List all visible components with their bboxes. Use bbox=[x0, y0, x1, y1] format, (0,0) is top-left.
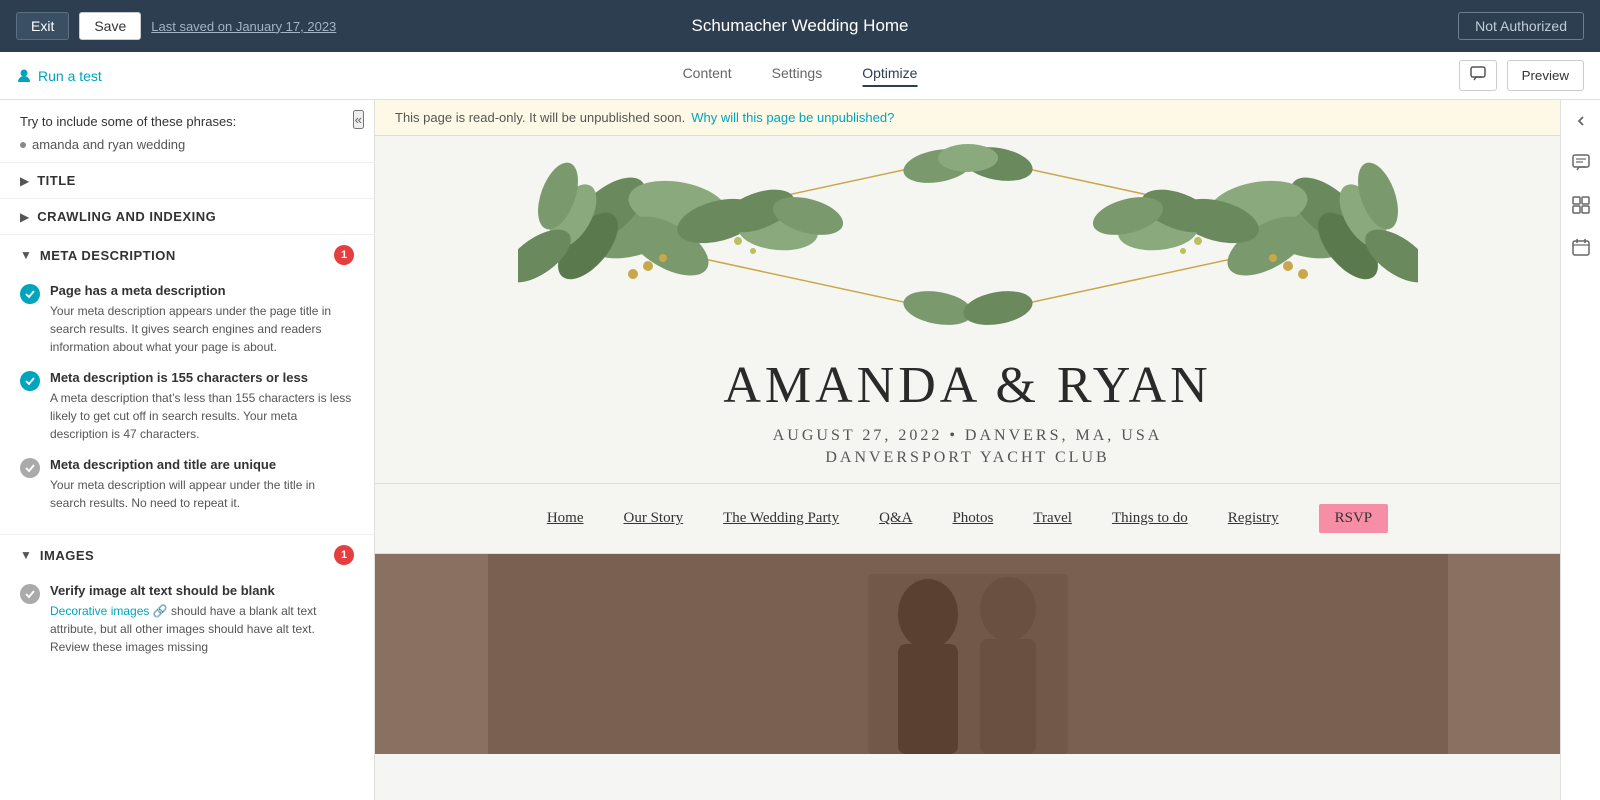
check-alt-text-title: Verify image alt text should be blank bbox=[50, 583, 354, 598]
check-gray-icon-2 bbox=[20, 584, 40, 604]
checkmark-icon-2 bbox=[25, 376, 35, 386]
nav-qa[interactable]: Q&A bbox=[879, 510, 912, 527]
check-gray-icon bbox=[20, 458, 40, 478]
content-area: This page is read-only. It will be unpub… bbox=[375, 100, 1560, 800]
check-alt-text: Verify image alt text should be blank De… bbox=[20, 583, 354, 656]
check-meta-length: Meta description is 155 characters or le… bbox=[20, 370, 354, 443]
check-meta-unique-text: Meta description and title are unique Yo… bbox=[50, 457, 354, 512]
checkmark-icon bbox=[25, 289, 35, 299]
top-bar-left: Exit Save Last saved on January 17, 2023 bbox=[16, 12, 336, 40]
right-sidebar bbox=[1560, 100, 1600, 800]
chevron-down-icon: ▼ bbox=[20, 248, 32, 262]
wedding-preview: AMANDA & RYAN AUGUST 27, 2022 • DANVERS,… bbox=[375, 136, 1560, 754]
tab-settings[interactable]: Settings bbox=[772, 65, 823, 87]
couple-names: AMANDA & RYAN bbox=[375, 356, 1560, 415]
nav-wedding-party[interactable]: The Wedding Party bbox=[723, 510, 839, 527]
grid-icon[interactable] bbox=[1570, 194, 1592, 216]
section-title-label: TITLE bbox=[37, 173, 76, 188]
floral-svg bbox=[518, 136, 1418, 336]
sub-nav-right: Preview bbox=[1459, 60, 1584, 91]
tab-content[interactable]: Content bbox=[683, 65, 732, 87]
section-crawling-label: CRAWLING AND INDEXING bbox=[37, 209, 216, 224]
check-has-meta-desc: Your meta description appears under the … bbox=[50, 302, 354, 356]
chevron-right-icon: ▶ bbox=[20, 210, 29, 224]
nav-photos[interactable]: Photos bbox=[952, 510, 993, 527]
checkmark-gray-icon-2 bbox=[25, 589, 35, 599]
sidebar: « Try to include some of these phrases: … bbox=[0, 100, 375, 800]
tab-group: Content Settings Optimize bbox=[683, 65, 918, 87]
section-meta-description[interactable]: ▼ META DESCRIPTION 1 bbox=[0, 234, 374, 275]
wedding-nav: Home Our Story The Wedding Party Q&A Pho… bbox=[375, 483, 1560, 554]
exit-button[interactable]: Exit bbox=[16, 12, 69, 40]
check-green-icon bbox=[20, 284, 40, 304]
top-bar: Exit Save Last saved on January 17, 2023… bbox=[0, 0, 1600, 52]
tab-optimize[interactable]: Optimize bbox=[862, 65, 917, 87]
unpublished-link[interactable]: Why will this page be unpublished? bbox=[691, 110, 894, 125]
check-meta-length-desc: A meta description that’s less than 155 … bbox=[50, 389, 354, 443]
section-title[interactable]: ▶ TITLE bbox=[0, 162, 374, 198]
nav-rsvp[interactable]: RSVP bbox=[1319, 504, 1389, 533]
decorative-images-link[interactable]: Decorative images bbox=[50, 604, 149, 618]
read-only-text: This page is read-only. It will be unpub… bbox=[395, 110, 685, 125]
check-meta-length-title: Meta description is 155 characters or le… bbox=[50, 370, 354, 385]
run-test-button[interactable]: Run a test bbox=[16, 68, 102, 84]
wedding-venue: DANVERSPORT YACHT CLUB bbox=[375, 449, 1560, 467]
check-meta-unique-title: Meta description and title are unique bbox=[50, 457, 354, 472]
check-meta-unique-desc: Your meta description will appear under … bbox=[50, 476, 354, 512]
sub-nav: Run a test Content Settings Optimize Pre… bbox=[0, 52, 1600, 100]
meta-description-content: Page has a meta description Your meta de… bbox=[0, 275, 374, 534]
check-green-icon-2 bbox=[20, 371, 40, 391]
floral-decoration bbox=[375, 136, 1560, 336]
phrase-bullet bbox=[20, 142, 26, 148]
preview-button[interactable]: Preview bbox=[1507, 60, 1584, 91]
save-button[interactable]: Save bbox=[79, 12, 141, 40]
chat-button[interactable] bbox=[1459, 60, 1497, 91]
run-test-label: Run a test bbox=[38, 68, 102, 84]
phrase-item: amanda and ryan wedding bbox=[20, 137, 354, 152]
meta-badge: 1 bbox=[334, 245, 354, 265]
nav-travel[interactable]: Travel bbox=[1033, 510, 1072, 527]
section-images-label: IMAGES bbox=[40, 548, 94, 563]
top-bar-right: Not Authorized bbox=[1458, 12, 1584, 40]
section-images[interactable]: ▼ IMAGES 1 bbox=[0, 534, 374, 575]
phrases-section: Try to include some of these phrases: am… bbox=[0, 100, 374, 162]
images-content: Verify image alt text should be blank De… bbox=[0, 575, 374, 678]
wedding-title-section: AMANDA & RYAN AUGUST 27, 2022 • DANVERS,… bbox=[375, 336, 1560, 483]
check-alt-text-content: Verify image alt text should be blank De… bbox=[50, 583, 354, 656]
last-saved-text: Last saved on January 17, 2023 bbox=[151, 19, 336, 34]
chat-icon bbox=[1470, 66, 1486, 82]
sidebar-collapse-button[interactable]: « bbox=[353, 110, 364, 129]
nav-things-to-do[interactable]: Things to do bbox=[1112, 510, 1188, 527]
chat-bubble-icon[interactable] bbox=[1570, 152, 1592, 174]
phrases-title: Try to include some of these phrases: bbox=[20, 114, 354, 129]
section-meta-label: META DESCRIPTION bbox=[40, 248, 176, 263]
check-has-meta-title: Page has a meta description bbox=[50, 283, 354, 298]
read-only-banner: This page is read-only. It will be unpub… bbox=[375, 100, 1560, 136]
chevron-down-icon-images: ▼ bbox=[20, 548, 32, 562]
checkmark-gray-icon bbox=[25, 463, 35, 473]
external-link-icon: 🔗 bbox=[153, 604, 168, 618]
right-collapse-icon[interactable] bbox=[1570, 110, 1592, 132]
user-icon bbox=[16, 68, 32, 84]
check-has-meta: Page has a meta description Your meta de… bbox=[20, 283, 354, 356]
wedding-photo bbox=[375, 554, 1560, 754]
images-badge: 1 bbox=[334, 545, 354, 565]
section-crawling[interactable]: ▶ CRAWLING AND INDEXING bbox=[0, 198, 374, 234]
check-has-meta-text: Page has a meta description Your meta de… bbox=[50, 283, 354, 356]
check-alt-text-desc: Decorative images 🔗 should have a blank … bbox=[50, 602, 354, 656]
nav-home[interactable]: Home bbox=[547, 510, 584, 527]
couple-photo bbox=[488, 554, 1448, 754]
check-meta-unique: Meta description and title are unique Yo… bbox=[20, 457, 354, 512]
not-authorized-button[interactable]: Not Authorized bbox=[1458, 12, 1584, 40]
nav-our-story[interactable]: Our Story bbox=[624, 510, 684, 527]
check-meta-length-text: Meta description is 155 characters or le… bbox=[50, 370, 354, 443]
calendar-icon[interactable] bbox=[1570, 236, 1592, 258]
nav-registry[interactable]: Registry bbox=[1228, 510, 1279, 527]
main-layout: « Try to include some of these phrases: … bbox=[0, 100, 1600, 800]
wedding-date: AUGUST 27, 2022 • DANVERS, MA, USA bbox=[375, 427, 1560, 445]
phrase-text: amanda and ryan wedding bbox=[32, 137, 185, 152]
page-title: Schumacher Wedding Home bbox=[691, 16, 908, 36]
chevron-right-icon: ▶ bbox=[20, 174, 29, 188]
